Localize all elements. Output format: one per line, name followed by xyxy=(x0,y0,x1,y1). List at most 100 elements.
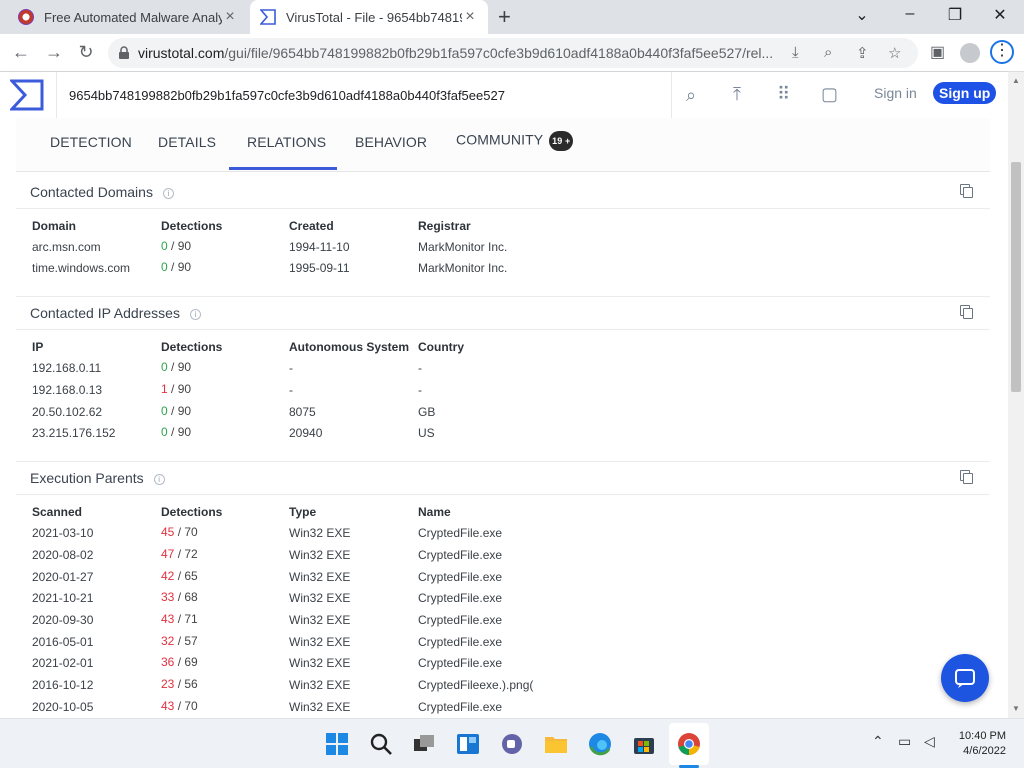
browser-tab-virustotal[interactable]: VirusTotal - File - 9654bb748199 × xyxy=(250,0,488,34)
browser-menu-icon[interactable]: ⋮ xyxy=(990,40,1014,64)
file-type: Win32 EXE xyxy=(289,700,351,714)
detections-count: 0 xyxy=(161,425,168,439)
url-text: virustotal.com/gui/file/9654bb748199882b… xyxy=(138,45,788,61)
page-scrollbar[interactable]: ▲ ▼ xyxy=(1008,72,1024,718)
copy-icon[interactable] xyxy=(960,470,973,484)
detections-value: 36 / 69 xyxy=(161,655,198,669)
tab-details[interactable]: DETAILS xyxy=(158,134,216,150)
file-name-link[interactable]: CryptedFile.exe xyxy=(418,526,502,540)
column-header: IP xyxy=(32,340,44,354)
scanned-date: 2016-05-01 xyxy=(32,635,94,649)
file-name-link[interactable]: CryptedFile.exe xyxy=(418,635,502,649)
system-clock[interactable]: 10:40 PM 4/6/2022 xyxy=(950,729,1006,759)
file-explorer-icon[interactable] xyxy=(543,731,569,757)
country: - xyxy=(418,383,422,397)
contacted-ips-section: Contacted IP Addresses i IP Detections Au… xyxy=(16,296,990,462)
file-type: Win32 EXE xyxy=(289,526,351,540)
ip-link[interactable]: 192.168.0.11 xyxy=(32,361,101,375)
new-tab-button[interactable]: + xyxy=(498,4,511,30)
reload-icon[interactable]: ↻ xyxy=(75,42,97,63)
sign-in-link[interactable]: Sign in xyxy=(874,85,917,101)
restore-window-icon[interactable]: ❐ xyxy=(943,5,967,25)
back-icon[interactable]: ← xyxy=(10,42,32,63)
store-icon[interactable] xyxy=(631,731,657,757)
url-path: /gui/file/9654bb748199882b0fb29b1fa597c0… xyxy=(224,45,774,61)
apps-grid-icon[interactable]: ⠿ xyxy=(777,84,790,105)
autonomous-system: 8075 xyxy=(289,405,316,419)
windows-start-icon[interactable] xyxy=(324,731,350,757)
task-view-icon[interactable] xyxy=(411,731,437,757)
detections-total: / 90 xyxy=(167,382,192,396)
section-title-text: Execution Parents xyxy=(30,470,144,486)
volume-icon[interactable]: ◁ xyxy=(924,733,935,750)
show-hidden-icons-icon[interactable]: ⌃ xyxy=(872,733,884,750)
search-icon[interactable]: ⌕ xyxy=(686,85,696,106)
autonomous-system: - xyxy=(289,361,293,375)
file-name-link[interactable]: CryptedFile.exe xyxy=(418,656,502,670)
close-tab-icon[interactable]: × xyxy=(222,8,238,26)
minimize-window-icon[interactable]: – xyxy=(898,5,922,23)
teams-chat-icon[interactable] xyxy=(499,731,525,757)
detections-total: / 72 xyxy=(174,547,198,561)
browser-tab-malware-analysis[interactable]: Free Automated Malware Analysis × xyxy=(8,0,248,34)
copy-icon[interactable] xyxy=(960,184,973,198)
close-window-icon[interactable]: ✕ xyxy=(988,5,1012,25)
zoom-icon[interactable]: ⌕ xyxy=(824,44,832,61)
scrollbar-thumb[interactable] xyxy=(1011,162,1021,392)
tab-detection[interactable]: DETECTION xyxy=(50,134,132,150)
widgets-icon[interactable] xyxy=(455,731,481,757)
upload-icon[interactable]: ⤒ xyxy=(733,84,741,105)
ip-link[interactable]: 192.168.0.13 xyxy=(32,383,102,397)
domain-link[interactable]: time.windows.com xyxy=(32,261,130,275)
url-domain: virustotal.com xyxy=(138,45,225,61)
close-tab-icon[interactable]: × xyxy=(462,8,478,26)
tab-community[interactable]: COMMUNITY 19 + xyxy=(456,131,574,151)
search-input[interactable]: 9654bb748199882b0fb29b1fa597c0cfe3b9d610… xyxy=(56,72,672,118)
side-panel-icon[interactable]: ▣ xyxy=(930,42,945,62)
info-icon[interactable]: i xyxy=(189,308,201,320)
file-name-link[interactable]: CryptedFile.exe xyxy=(418,548,502,562)
lock-icon[interactable] xyxy=(118,46,130,60)
detections-value: 42 / 65 xyxy=(161,569,198,583)
file-name-link[interactable]: CryptedFile.exe xyxy=(418,613,502,627)
tab-search-chevron-icon[interactable]: ⌄ xyxy=(850,5,874,25)
tab-relations[interactable]: RELATIONS xyxy=(247,134,326,150)
scroll-down-arrow-icon[interactable]: ▼ xyxy=(1012,704,1020,713)
bookmark-star-icon[interactable]: ☆ xyxy=(888,44,901,62)
info-icon[interactable]: i xyxy=(162,187,174,199)
chat-support-button[interactable] xyxy=(941,654,989,702)
clock-date: 4/6/2022 xyxy=(963,745,1006,757)
file-type: Win32 EXE xyxy=(289,635,351,649)
detections-total: / 68 xyxy=(174,590,198,604)
ip-link[interactable]: 20.50.102.62 xyxy=(32,405,102,419)
chrome-icon[interactable] xyxy=(676,731,702,757)
edge-icon[interactable] xyxy=(587,731,613,757)
autonomous-system: - xyxy=(289,383,293,397)
network-icon[interactable]: ▭ xyxy=(898,733,911,750)
file-name-link[interactable]: CryptedFile.exe xyxy=(418,700,502,714)
profile-avatar-icon[interactable] xyxy=(960,43,980,63)
install-app-icon[interactable]: ⤓ xyxy=(792,44,799,61)
ip-link[interactable]: 23.215.176.152 xyxy=(32,426,115,440)
search-icon[interactable] xyxy=(368,731,394,757)
country: - xyxy=(418,361,422,375)
share-icon[interactable]: ⇪ xyxy=(856,44,869,62)
scanned-date: 2020-01-27 xyxy=(32,570,94,584)
sign-up-button[interactable]: Sign up xyxy=(933,82,997,104)
scroll-up-arrow-icon[interactable]: ▲ xyxy=(1012,76,1020,85)
forward-icon[interactable]: → xyxy=(43,42,65,63)
file-name-link[interactable]: CryptedFile.exe xyxy=(418,570,502,584)
address-bar[interactable]: virustotal.com/gui/file/9654bb748199882b… xyxy=(108,38,918,68)
chat-bubble-icon[interactable]: ▢ xyxy=(821,84,838,105)
info-icon[interactable]: i xyxy=(153,473,165,485)
section-title: Contacted Domains i xyxy=(30,184,174,200)
detections-count: 1 xyxy=(161,382,168,396)
copy-icon[interactable] xyxy=(960,305,973,319)
detections-total: / 57 xyxy=(174,634,198,648)
domain-link[interactable]: arc.msn.com xyxy=(32,240,101,254)
virustotal-logo-icon[interactable] xyxy=(10,79,44,111)
file-name-link[interactable]: CryptedFileexe.).png( xyxy=(418,678,533,692)
tab-community-label: COMMUNITY xyxy=(456,131,544,148)
tab-behavior[interactable]: BEHAVIOR xyxy=(355,134,427,150)
file-name-link[interactable]: CryptedFile.exe xyxy=(418,591,502,605)
